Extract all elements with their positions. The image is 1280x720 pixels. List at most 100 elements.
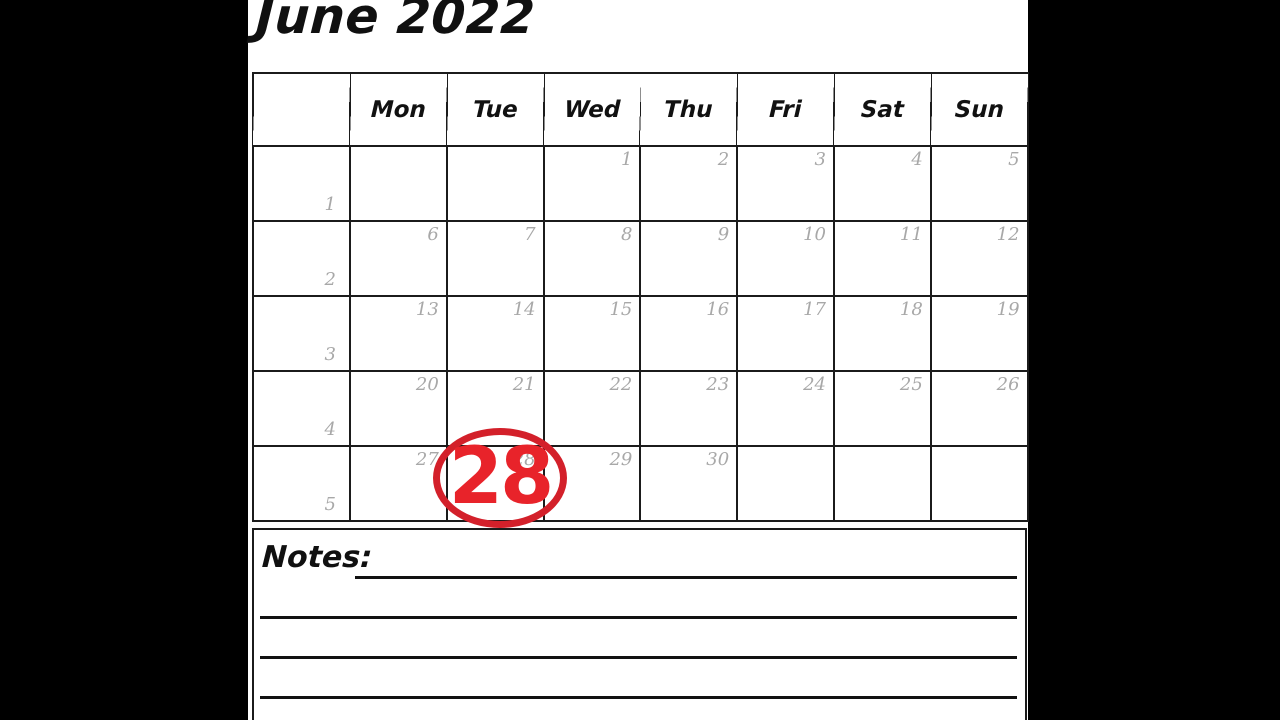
day-cell[interactable]: 4: [832, 145, 932, 222]
day-cell[interactable]: 14: [445, 295, 545, 372]
notes-section: Notes:: [252, 528, 1027, 720]
day-number: 27: [415, 449, 439, 470]
day-number: 12: [996, 224, 1020, 245]
day-number: 16: [706, 299, 730, 320]
day-cell[interactable]: 10: [736, 220, 835, 297]
day-cell[interactable]: [832, 445, 932, 522]
day-cell[interactable]: 30: [639, 445, 739, 522]
day-number: 13: [415, 299, 439, 320]
day-cell[interactable]: 23: [639, 370, 739, 447]
calendar-screen: June 2022 Mon Tue Wed Thu Fri Sat Sun 1: [0, 0, 1280, 720]
day-number: 9: [717, 224, 730, 245]
notes-writing-line[interactable]: [260, 616, 1017, 619]
day-number: 21: [512, 374, 536, 395]
day-cell[interactable]: 19: [929, 295, 1029, 372]
weekday-header-sat: Sat: [832, 73, 933, 146]
day-number: 2: [717, 149, 730, 170]
notes-writing-line[interactable]: [355, 576, 1017, 579]
notes-writing-line[interactable]: [260, 696, 1017, 699]
day-cell[interactable]: 17: [736, 295, 835, 372]
day-number: 19: [996, 299, 1020, 320]
day-number: 29: [609, 449, 633, 470]
week-number-label: 1: [324, 194, 336, 215]
day-number: 10: [803, 224, 826, 245]
day-number: 11: [899, 224, 923, 245]
day-cell[interactable]: 21: [445, 370, 545, 447]
day-number: 22: [609, 374, 633, 395]
calendar-week-row: 2 6 7 8 9 10 11 12: [252, 220, 1029, 297]
day-number: 1: [620, 149, 633, 170]
week-number-cell: 1: [252, 145, 351, 222]
weekday-header-wed: Wed: [542, 73, 642, 146]
day-cell[interactable]: 9: [639, 220, 739, 297]
day-cell[interactable]: [736, 445, 835, 522]
day-number: 18: [899, 299, 923, 320]
day-cell-highlighted[interactable]: 28: [445, 445, 545, 522]
day-number: 15: [609, 299, 633, 320]
day-cell[interactable]: 2: [639, 145, 739, 222]
week-number-cell: 3: [252, 295, 351, 372]
day-cell[interactable]: 18: [832, 295, 932, 372]
weekday-header-tue: Tue: [445, 73, 545, 146]
week-number-label: 5: [324, 494, 336, 515]
day-cell[interactable]: 29: [542, 445, 642, 522]
day-cell[interactable]: 20: [349, 370, 448, 447]
day-number: 24: [803, 374, 826, 395]
day-cell[interactable]: 7: [445, 220, 545, 297]
day-number: 30: [706, 449, 730, 470]
day-cell[interactable]: 11: [832, 220, 932, 297]
day-cell[interactable]: 24: [736, 370, 835, 447]
week-number-header: [251, 73, 352, 146]
letterbox-bar-right: [1028, 0, 1280, 720]
day-number: 14: [512, 299, 536, 320]
day-cell[interactable]: 1: [542, 145, 642, 222]
calendar-week-row: 1 1 2 3 4 5: [252, 145, 1029, 222]
day-number: 4: [911, 149, 923, 170]
day-cell[interactable]: 12: [929, 220, 1029, 297]
week-number-label: 4: [324, 419, 336, 440]
day-number: 17: [803, 299, 826, 320]
calendar-week-row: 3 13 14 15 16 17 18 19: [252, 295, 1029, 372]
calendar-grid: Mon Tue Wed Thu Fri Sat Sun 1 1 2 3 4 5 …: [251, 72, 1029, 522]
day-number: 6: [427, 224, 439, 245]
day-cell[interactable]: 3: [736, 145, 835, 222]
day-cell[interactable]: 8: [542, 220, 642, 297]
weekday-header-sun: Sun: [929, 73, 1029, 146]
day-cell[interactable]: [929, 445, 1029, 522]
calendar-page: June 2022 Mon Tue Wed Thu Fri Sat Sun 1: [248, 0, 1029, 720]
page-title: June 2022: [254, 0, 537, 45]
day-cell[interactable]: [349, 145, 448, 222]
day-cell[interactable]: 6: [349, 220, 448, 297]
notes-label: Notes:: [261, 540, 374, 575]
day-cell[interactable]: 5: [929, 145, 1029, 222]
week-number-cell: 5: [252, 445, 351, 522]
week-number-label: 3: [324, 344, 336, 365]
week-number-cell: 2: [252, 220, 351, 297]
week-number-label: 2: [324, 269, 336, 290]
day-cell[interactable]: [445, 145, 545, 222]
weekday-header-thu: Thu: [639, 73, 739, 146]
day-cell[interactable]: 26: [929, 370, 1029, 447]
day-number: 26: [996, 374, 1020, 395]
day-number: 8: [620, 224, 633, 245]
day-number: 7: [524, 224, 536, 245]
day-number: 23: [706, 374, 730, 395]
weekday-header-mon: Mon: [348, 73, 449, 146]
weekday-header-fri: Fri: [735, 73, 836, 146]
day-number: 25: [899, 374, 923, 395]
day-cell[interactable]: 27: [349, 445, 448, 522]
calendar-header-row: Mon Tue Wed Thu Fri Sat Sun: [251, 73, 1029, 146]
day-cell[interactable]: 16: [639, 295, 739, 372]
day-number: 20: [415, 374, 439, 395]
notes-writing-line[interactable]: [260, 656, 1017, 659]
day-cell[interactable]: 13: [349, 295, 448, 372]
calendar-week-row: 5 27 28 29 30: [252, 445, 1029, 522]
day-cell[interactable]: 22: [542, 370, 642, 447]
day-number: 3: [814, 149, 826, 170]
day-cell[interactable]: 15: [542, 295, 642, 372]
calendar-body: 1 1 2 3 4 5 2 6 7 8 9 10 11 12 3 13 14 1…: [252, 145, 1029, 522]
day-cell[interactable]: 25: [832, 370, 932, 447]
calendar-week-row: 4 20 21 22 23 24 25 26: [252, 370, 1029, 447]
day-number: 28: [512, 449, 536, 470]
day-number: 5: [1008, 149, 1020, 170]
